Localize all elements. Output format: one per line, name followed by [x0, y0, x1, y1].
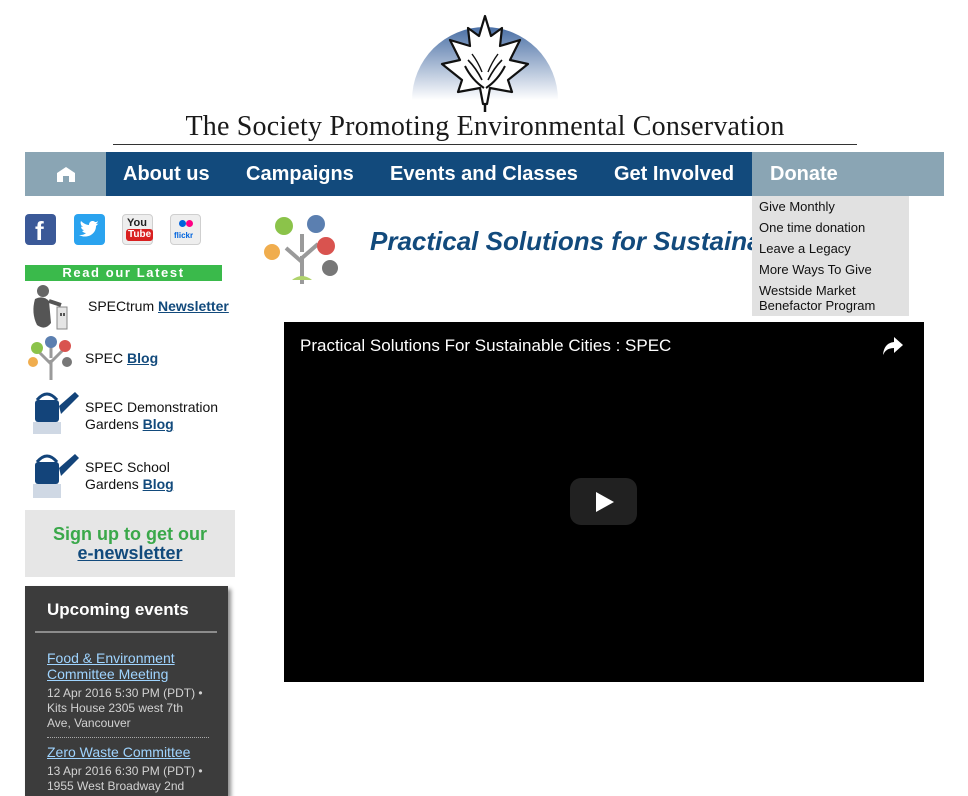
event-1-location-line1: Kits House 2305 west 7th [47, 701, 184, 715]
blog-link[interactable]: Blog [127, 350, 158, 366]
nav-get-involved[interactable]: Get Involved [614, 152, 734, 196]
watering-can-thumbnail-demo[interactable] [27, 384, 82, 434]
blog-tree-thumbnail[interactable] [25, 334, 77, 380]
nav-campaigns[interactable]: Campaigns [246, 152, 354, 196]
event-2-details: 13 Apr 2016 6:30 PM (PDT) • 1955 West Br… [47, 764, 217, 794]
nav-donate[interactable]: Donate [770, 152, 838, 196]
signup-e-newsletter-link[interactable]: e-newsletter [25, 543, 235, 564]
nav-events-and-classes[interactable]: Events and Classes [390, 152, 578, 196]
event-1-title-line2: Committee Meeting [47, 666, 169, 682]
signup-heading: Sign up to get our [53, 524, 207, 544]
overlay-one-time-donation[interactable]: One time donation [759, 220, 865, 235]
events-divider [35, 631, 217, 633]
title-divider [113, 144, 857, 145]
flickr-blue-dot [179, 220, 186, 227]
read-our-latest-heading: Read our Latest [25, 265, 222, 281]
overlay-more-ways-to-give[interactable]: More Ways To Give [759, 262, 872, 277]
nav-home-button[interactable] [25, 152, 106, 196]
facebook-icon[interactable]: f [25, 214, 56, 246]
event-1-location-line2: Ave, Vancouver [47, 716, 131, 730]
event-1-link[interactable]: Food & Environment Committee Meeting [47, 650, 217, 682]
blog-link-text: SPEC Blog [85, 350, 158, 367]
flickr-text: flickr [174, 231, 194, 240]
school-gardens-link-text: SPEC School Gardens Blog [85, 459, 174, 493]
site-title: The Society Promoting Environmental Cons… [185, 111, 785, 142]
video-title[interactable]: Practical Solutions For Sustainable Citi… [300, 336, 671, 356]
overlay-westside-line2: Benefactor Program [759, 298, 876, 313]
newsletter-link-text: SPECtrum Newsletter [88, 298, 229, 315]
event-2-datetime: 13 Apr 2016 6:30 PM (PDT) • [47, 764, 203, 778]
youtube-you-text: You [127, 217, 147, 229]
demo-gardens-line2: Gardens [85, 416, 139, 432]
school-gardens-blog-link[interactable]: Blog [143, 476, 174, 492]
overlay-westside-line1: Westside Market [759, 283, 856, 298]
play-icon [596, 492, 614, 512]
home-icon [57, 167, 75, 182]
site-logo[interactable] [410, 8, 560, 113]
event-1-title-line1: Food & Environment [47, 650, 175, 666]
nav-about-us[interactable]: About us [123, 152, 210, 196]
flickr-pink-dot [186, 220, 193, 227]
youtube-tube-text: Tube [126, 229, 154, 241]
event-2-location-line1: 1955 West Broadway 2nd [47, 779, 185, 793]
demo-gardens-line1: SPEC Demonstration [85, 399, 219, 415]
demo-gardens-blog-link[interactable]: Blog [143, 416, 174, 432]
event-1-datetime: 12 Apr 2016 5:30 PM (PDT) • [47, 686, 203, 700]
watering-can-thumbnail-school[interactable] [27, 444, 82, 500]
newsletter-thumbnail[interactable] [27, 283, 73, 333]
event-1-details: 12 Apr 2016 5:30 PM (PDT) • Kits House 2… [47, 686, 217, 731]
newsletter-link[interactable]: Newsletter [158, 298, 229, 314]
overlay-westside-market[interactable]: Westside Market Benefactor Program [759, 283, 875, 313]
event-separator [47, 737, 209, 738]
youtube-icon[interactable]: You Tube [122, 214, 154, 245]
upcoming-events-title: Upcoming events [47, 600, 189, 619]
school-gardens-line1: SPEC School [85, 459, 170, 475]
facebook-glyph: f [35, 216, 44, 246]
play-button[interactable] [570, 478, 637, 525]
overlay-give-monthly[interactable]: Give Monthly [759, 199, 835, 214]
sustainability-tree-logo [262, 212, 346, 284]
share-icon[interactable] [882, 336, 904, 361]
demo-gardens-link-text: SPEC Demonstration Gardens Blog [85, 399, 218, 433]
newsletter-prefix: SPECtrum [88, 298, 155, 314]
event-2-link[interactable]: Zero Waste Committee [47, 744, 217, 760]
flickr-icon[interactable]: flickr [170, 214, 201, 245]
twitter-icon[interactable] [74, 214, 105, 245]
twitter-bird-icon [79, 221, 99, 237]
school-gardens-line2: Gardens [85, 476, 139, 492]
overlay-leave-a-legacy[interactable]: Leave a Legacy [759, 241, 851, 256]
blog-prefix: SPEC [85, 350, 124, 366]
donate-dropdown-overlay: Give Monthly One time donation Leave a L… [752, 196, 909, 316]
